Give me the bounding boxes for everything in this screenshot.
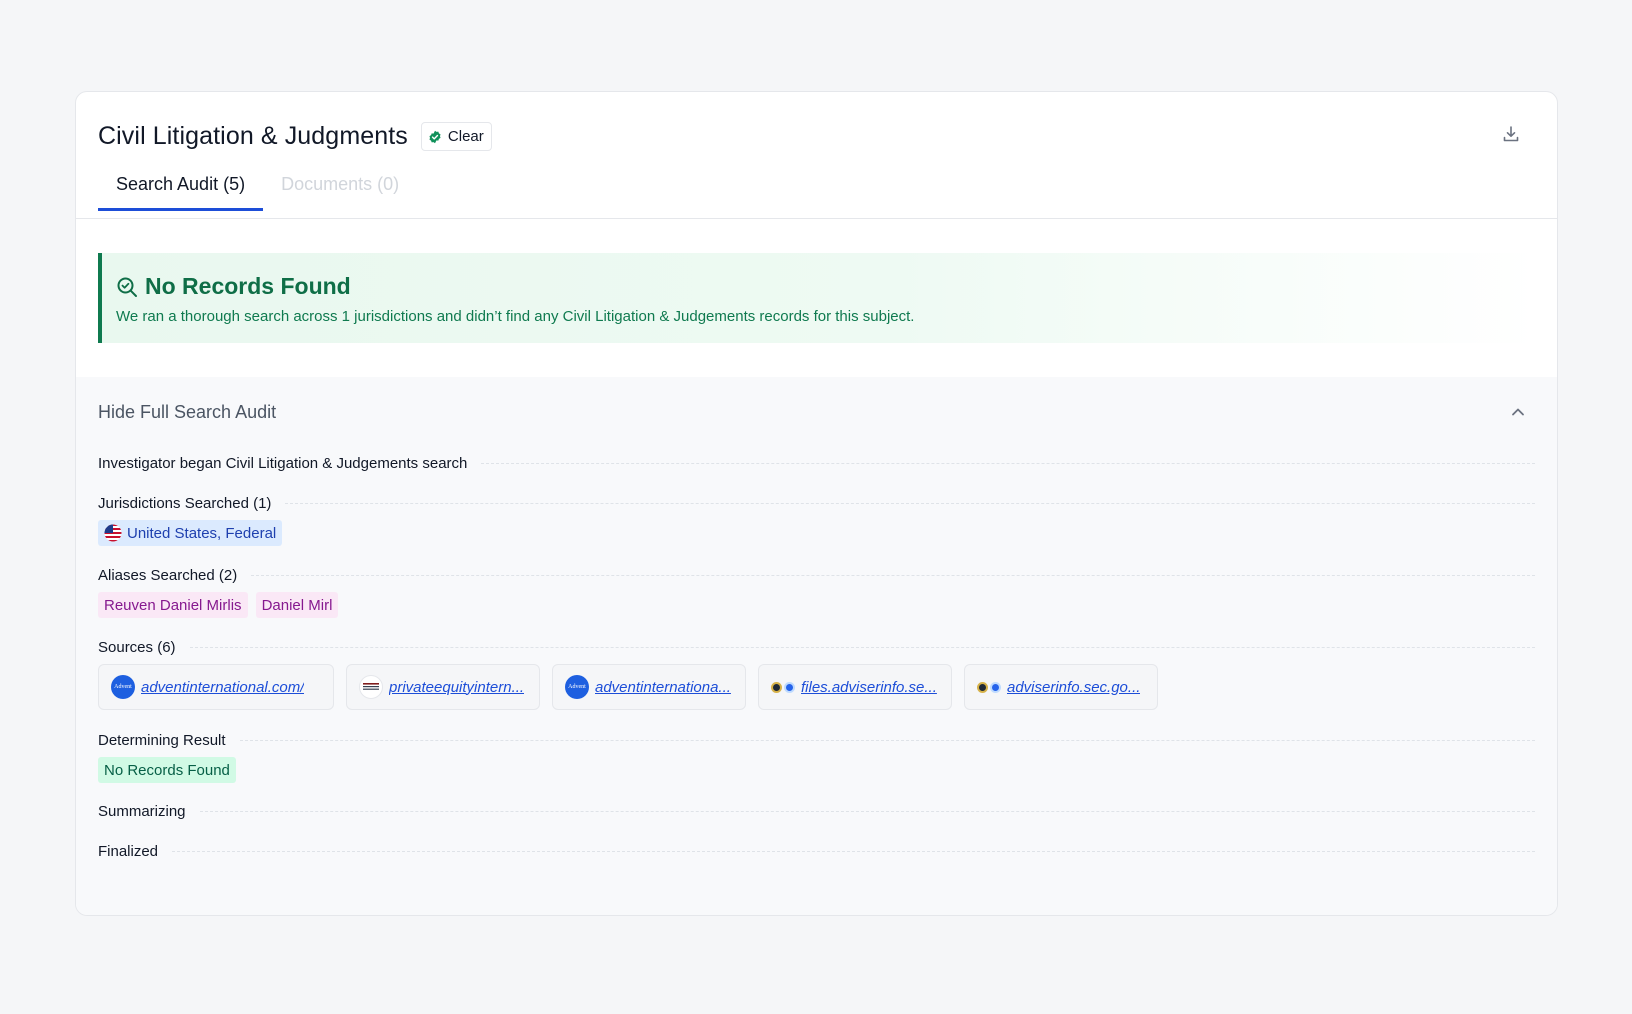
source-link[interactable]: files.adviserinfo.se... [801,679,937,696]
page-title: Civil Litigation & Judgments [98,122,408,150]
sec-logo-icon [977,681,1001,693]
step-sources: Sources (6) Advent adventinternational.c… [98,639,1535,710]
step-aliases: Aliases Searched (2) Reuven Daniel Mirli… [98,567,1535,618]
step-began-label: Investigator began Civil Litigation & Ju… [98,455,468,472]
chevron-up-icon [1512,408,1524,416]
summarizing-label: Summarizing [98,803,186,820]
tab-documents[interactable]: Documents (0) [263,174,417,211]
download-button[interactable] [1499,122,1523,146]
source-link[interactable]: privateequityintern... [389,679,524,696]
jurisdiction-chip-label: United States, Federal [127,524,277,542]
no-records-banner: No Records Found We ran a thorough searc… [98,253,1538,343]
aliases-label: Aliases Searched (2) [98,567,238,584]
advent-logo-icon: Advent [565,675,589,699]
step-result: Determining Result No Records Found [98,732,1535,783]
source-card[interactable]: Advent adventinternationa... [552,664,746,710]
source-card[interactable]: Advent adventinternational.com/ [98,664,334,710]
alias-chip: Daniel Mirl [255,592,339,618]
dashed-divider [199,811,1535,812]
source-card[interactable]: privateequityintern... [346,664,540,710]
collapse-button[interactable] [1509,403,1527,421]
jurisdictions-label: Jurisdictions Searched (1) [98,495,272,512]
status-badge: Clear [420,122,492,151]
finalized-label: Finalized [98,843,159,860]
dashed-divider [481,463,1535,464]
dashed-divider [285,503,1535,504]
litigation-card: Civil Litigation & Judgments Clear Searc… [75,91,1558,916]
source-link[interactable]: adviserinfo.sec.go... [1007,679,1140,696]
source-card[interactable]: adviserinfo.sec.go... [964,664,1158,710]
dashed-divider [251,575,1535,576]
card-header: Civil Litigation & Judgments Clear [98,122,492,151]
step-finalized: Finalized [98,843,1535,860]
status-badge-label: Clear [447,128,484,145]
banner-description: We ran a thorough search across 1 jurisd… [116,308,915,325]
sources-label: Sources (6) [98,639,176,656]
search-check-icon [117,277,137,297]
sec-logo-icon [771,681,795,693]
source-link[interactable]: adventinternationa... [595,679,731,696]
source-card[interactable]: files.adviserinfo.se... [758,664,952,710]
search-audit-panel: Hide Full Search Audit Investigator bega… [76,377,1557,915]
result-chip: No Records Found [98,757,236,783]
banner-title-text: No Records Found [145,273,351,299]
check-badge-icon [429,130,441,143]
advent-logo-icon: Advent [111,675,135,699]
tab-search-audit[interactable]: Search Audit (5) [98,174,264,211]
result-label: Determining Result [98,732,226,749]
us-flag-icon [104,524,122,542]
dashed-divider [172,851,1535,852]
tab-divider [76,218,1557,219]
step-began: Investigator began Civil Litigation & Ju… [98,455,1535,472]
banner-title: No Records Found [116,273,1538,300]
pei-logo-icon [359,675,383,699]
dashed-divider [239,740,1535,741]
hide-audit-toggle[interactable]: Hide Full Search Audit [98,402,276,423]
alias-chip: Reuven Daniel Mirlis [98,592,248,618]
download-icon [1503,126,1519,142]
step-jurisdictions: Jurisdictions Searched (1) United States… [98,495,1535,546]
source-link[interactable]: adventinternational.com/ [141,679,304,696]
jurisdiction-chip[interactable]: United States, Federal [98,520,283,546]
dashed-divider [189,647,1535,648]
tab-bar: Search Audit (5) Documents (0) [98,174,417,211]
step-summarizing: Summarizing [98,803,1535,820]
